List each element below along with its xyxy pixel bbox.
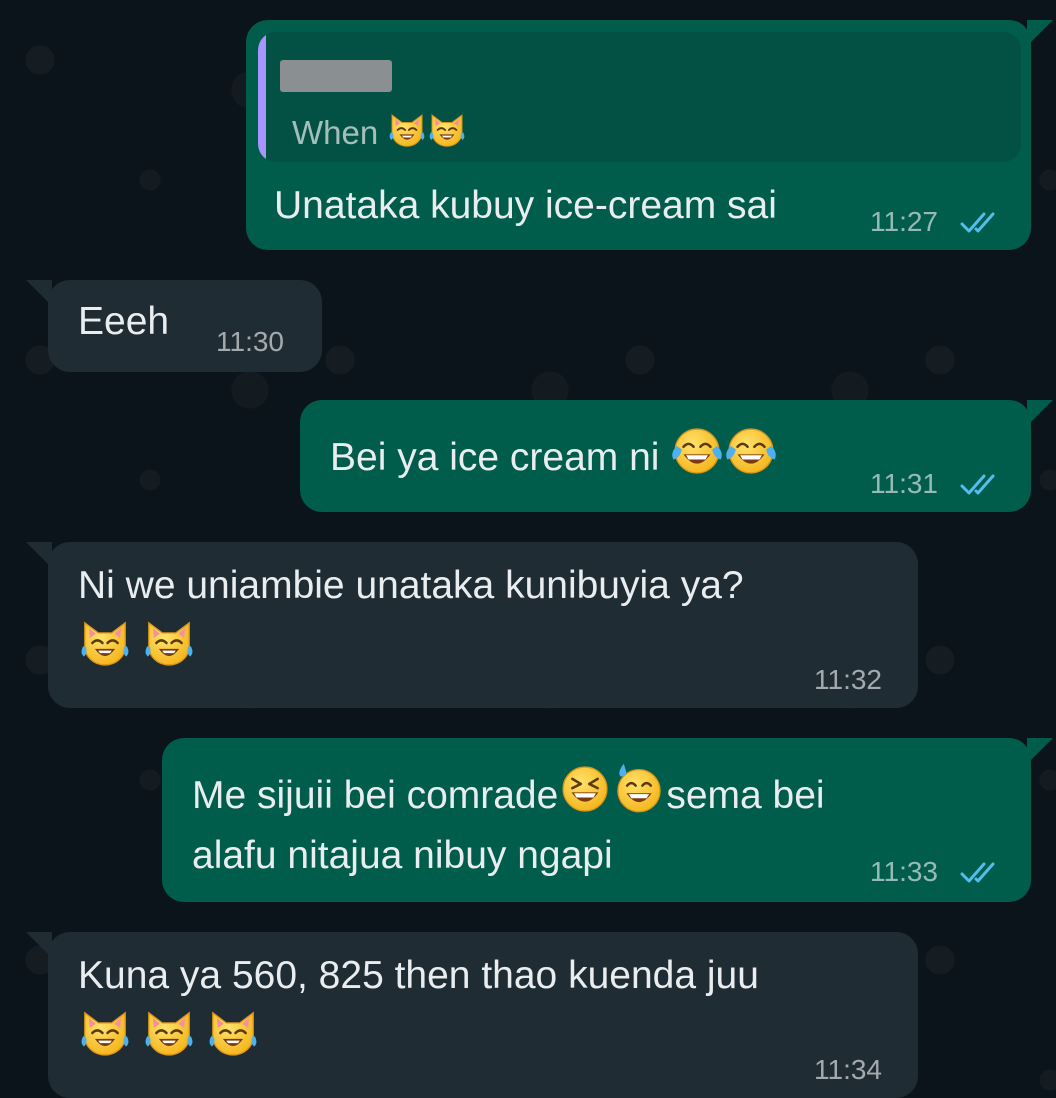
message-text-label: Bei ya ice cream ni bbox=[330, 436, 660, 479]
message-incoming-2[interactable]: Ni we uniambie unataka kunibuyia ya? 11:… bbox=[26, 542, 918, 708]
cat-tears-of-joy-icon bbox=[142, 616, 196, 670]
message-incoming-3[interactable]: Kuna ya 560, 825 then thao kuenda juu 11… bbox=[26, 932, 918, 1098]
face-with-tears-of-joy-icon bbox=[670, 424, 724, 478]
quote-text-label: When bbox=[292, 114, 379, 151]
read-receipt-icon bbox=[960, 210, 1004, 236]
grinning-squinting-face-icon bbox=[558, 762, 612, 816]
message-emoji-row bbox=[78, 1006, 260, 1070]
chat-background[interactable]: When Unataka kubuy ice-cream sai 11:27 E… bbox=[0, 0, 1056, 1098]
read-receipt-icon bbox=[960, 472, 1004, 498]
message-text-part-2: sema bei bbox=[666, 774, 825, 817]
message-text-line-1: Me sijuii bei comrade sema bei bbox=[192, 762, 825, 826]
cat-tears-of-joy-icon bbox=[142, 1006, 196, 1060]
message-time: 11:34 bbox=[814, 1054, 882, 1085]
message-time: 11:33 bbox=[870, 856, 938, 887]
message-emoji-row bbox=[78, 616, 196, 680]
quote-accent-bar bbox=[258, 32, 266, 162]
message-text: Bei ya ice cream ni bbox=[330, 424, 778, 488]
cat-tears-of-joy-icon bbox=[427, 110, 467, 150]
message-time: 11:27 bbox=[870, 206, 938, 237]
reply-quote[interactable]: When bbox=[258, 32, 1021, 162]
cat-tears-of-joy-icon bbox=[387, 110, 427, 150]
message-time: 11:30 bbox=[216, 326, 284, 357]
message-text: Kuna ya 560, 825 then thao kuenda juu bbox=[78, 954, 759, 997]
quote-author-redacted bbox=[280, 60, 392, 92]
message-outgoing-2[interactable]: Bei ya ice cream ni 11:31 bbox=[300, 400, 1053, 512]
message-incoming-1[interactable]: Eeeh 11:30 bbox=[26, 280, 322, 372]
face-with-tears-of-joy-icon bbox=[724, 424, 778, 478]
grinning-face-with-sweat-icon bbox=[612, 762, 666, 816]
cat-tears-of-joy-icon bbox=[78, 616, 132, 670]
message-time: 11:31 bbox=[870, 468, 938, 499]
quote-text: When bbox=[292, 110, 467, 155]
message-outgoing-3[interactable]: Me sijuii bei comrade sema bei alafu nita… bbox=[162, 738, 1053, 902]
message-text: Eeeh bbox=[78, 300, 170, 343]
message-outgoing-1[interactable]: When Unataka kubuy ice-cream sai 11:27 bbox=[246, 20, 1053, 250]
message-text: Ni we uniambie unataka kunibuyia ya? bbox=[78, 564, 744, 607]
read-receipt-icon bbox=[960, 860, 1004, 886]
message-text-part-1: Me sijuii bei comrade bbox=[192, 774, 559, 817]
message-time: 11:32 bbox=[814, 664, 882, 695]
cat-tears-of-joy-icon bbox=[206, 1006, 260, 1060]
cat-tears-of-joy-icon bbox=[78, 1006, 132, 1060]
message-text: Unataka kubuy ice-cream sai bbox=[274, 184, 777, 227]
message-text-line-2: alafu nitajua nibuy ngapi bbox=[192, 834, 613, 877]
